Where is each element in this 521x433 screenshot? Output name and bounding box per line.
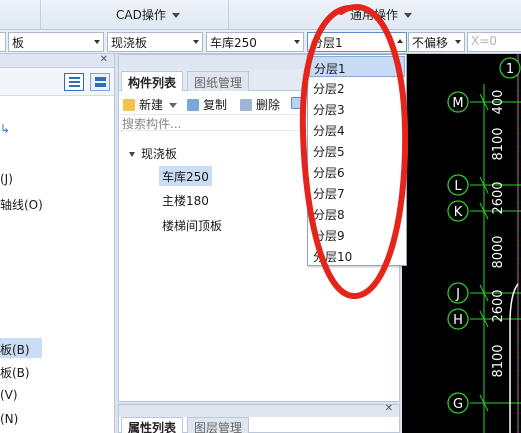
offset-select-value: 不偏移 bbox=[412, 36, 449, 50]
component-select[interactable]: 车库250 bbox=[206, 32, 304, 52]
floor-select-value: 板 bbox=[12, 36, 25, 50]
dimension-label: 2600 bbox=[491, 289, 506, 322]
nav-item[interactable]: (J) bbox=[0, 172, 13, 186]
new-label: 新建 bbox=[139, 98, 164, 112]
chevron-down-icon bbox=[404, 13, 413, 18]
ribbon-separator bbox=[40, 0, 41, 30]
tab-drawing-management[interactable]: 图纸管理 bbox=[187, 71, 250, 91]
dropdown-option[interactable]: 分层8 bbox=[309, 203, 405, 224]
new-button[interactable]: 新建 bbox=[123, 96, 178, 113]
close-icon[interactable]: ✕ bbox=[100, 54, 108, 65]
tab-property-list[interactable]: 属性列表 bbox=[121, 417, 184, 433]
tree-fragment: ↳ bbox=[0, 122, 11, 136]
chevron-down-icon bbox=[94, 40, 100, 44]
dropdown-option[interactable]: 分层2 bbox=[309, 77, 405, 98]
chevron-up-icon bbox=[397, 39, 403, 43]
tree-item[interactable]: 主楼180 bbox=[162, 192, 209, 209]
category-select-value: 现浇板 bbox=[111, 36, 148, 50]
cad-operation-menu[interactable]: CAD操作 bbox=[116, 6, 180, 23]
dropdown-option[interactable]: 分层7 bbox=[309, 182, 405, 203]
layer-icon bbox=[291, 97, 303, 109]
general-operation-menu[interactable]: 通用操作 bbox=[350, 6, 413, 23]
cad-drawing-canvas[interactable]: 1 M L K J H G 400 8100 2600 8000 2600 81… bbox=[402, 54, 521, 433]
tree-root-cast-slab[interactable]: 现浇板 bbox=[129, 145, 177, 162]
dimension-label: 400 bbox=[491, 90, 506, 115]
tab-component-list[interactable]: 构件列表 bbox=[121, 71, 184, 91]
dropdown-option[interactable]: 分层6 bbox=[309, 161, 405, 182]
dimension-label: 8100 bbox=[491, 127, 506, 160]
dropdown-option[interactable]: 分层4 bbox=[309, 119, 405, 140]
category-select[interactable]: 现浇板 bbox=[107, 32, 203, 52]
floor-select-edge[interactable] bbox=[0, 32, 6, 52]
delete-label: 删除 bbox=[256, 98, 281, 112]
property-panel: ✕ 属性列表 图层管理 bbox=[118, 403, 400, 433]
chevron-down-icon bbox=[171, 13, 180, 18]
left-navigation-panel: ✕ ↳ (J) 轴线(O) 板(B) 板(B) (V) (N) bbox=[0, 54, 115, 433]
dropdown-option-selected[interactable]: 分层1 bbox=[309, 56, 405, 77]
layer-select[interactable]: 分层1 bbox=[307, 32, 407, 52]
dropdown-option[interactable]: 分层3 bbox=[309, 98, 405, 119]
x-value: 0 bbox=[489, 34, 497, 48]
copy-icon bbox=[187, 99, 199, 111]
copy-label: 复制 bbox=[203, 98, 228, 112]
nav-item[interactable]: (N) bbox=[0, 412, 18, 426]
left-panel-toolbar bbox=[0, 68, 114, 96]
delete-button[interactable]: 删除 bbox=[240, 96, 280, 113]
tree-item[interactable]: 楼梯间顶板 bbox=[162, 217, 222, 234]
cad-operation-label: CAD操作 bbox=[116, 8, 166, 22]
axis-label: G bbox=[453, 397, 463, 412]
nav-item-axis[interactable]: 轴线(O) bbox=[0, 196, 43, 213]
copy-button[interactable]: 复制 bbox=[187, 96, 227, 113]
axis-label: L bbox=[454, 179, 462, 194]
nav-item-slab-selected[interactable]: 板(B) bbox=[0, 338, 42, 358]
list-view-icon[interactable] bbox=[64, 73, 84, 91]
axis-label: H bbox=[453, 313, 463, 328]
chevron-down-icon bbox=[193, 40, 199, 44]
dimension-label: 2600 bbox=[491, 181, 506, 214]
tree-item-selected[interactable]: 车库250 bbox=[159, 166, 212, 186]
nav-item[interactable]: (V) bbox=[0, 388, 18, 402]
selector-bar: 板 现浇板 车库250 分层1 不偏移 X=0 bbox=[0, 30, 521, 54]
ribbon-separator bbox=[228, 0, 229, 30]
new-icon bbox=[123, 99, 135, 111]
ribbon-bar: CAD操作 通用操作 bbox=[0, 0, 521, 30]
dropdown-option[interactable]: 分层5 bbox=[309, 140, 405, 161]
tab-layer-management[interactable]: 图层管理 bbox=[187, 417, 250, 433]
axis-label: J bbox=[455, 287, 460, 302]
layer-dropdown-list: 分层1 分层2 分层3 分层4 分层5 分层6 分层7 分层8 分层9 分层10 bbox=[307, 54, 407, 266]
chevron-down-icon bbox=[169, 103, 178, 108]
expand-arrow-icon[interactable] bbox=[129, 152, 135, 157]
general-operation-label: 通用操作 bbox=[350, 8, 399, 22]
nav-item-slab[interactable]: 板(B) bbox=[0, 364, 30, 381]
axis-label: M bbox=[452, 96, 463, 111]
component-select-value: 车库250 bbox=[210, 36, 257, 50]
more-tool-button[interactable] bbox=[291, 96, 307, 110]
offset-select[interactable]: 不偏移 bbox=[408, 32, 465, 52]
dropdown-option[interactable]: 分层10 bbox=[309, 245, 405, 266]
left-panel-titlebar: ✕ bbox=[0, 54, 114, 68]
dimension-label: 8100 bbox=[491, 344, 506, 377]
dropdown-option[interactable]: 分层9 bbox=[309, 224, 405, 245]
x-label: X= bbox=[471, 34, 490, 48]
dimension-label: 8000 bbox=[491, 235, 506, 268]
tree-root-label: 现浇板 bbox=[141, 147, 178, 161]
cad-drawing: 1 M L K J H G 400 8100 2600 8000 2600 81… bbox=[447, 54, 521, 433]
axis-label: K bbox=[454, 205, 463, 220]
axis-label: 1 bbox=[506, 62, 514, 77]
x-coordinate-field[interactable]: X=0 bbox=[467, 32, 521, 52]
floor-select[interactable]: 板 bbox=[8, 32, 104, 52]
chevron-down-icon bbox=[455, 40, 461, 44]
chevron-down-icon bbox=[294, 40, 300, 44]
property-panel-titlebar: ✕ bbox=[119, 403, 399, 417]
grid-view-icon[interactable] bbox=[90, 73, 110, 91]
close-icon[interactable]: ✕ bbox=[385, 403, 393, 414]
delete-icon bbox=[240, 99, 252, 111]
layer-select-value: 分层1 bbox=[311, 36, 343, 50]
